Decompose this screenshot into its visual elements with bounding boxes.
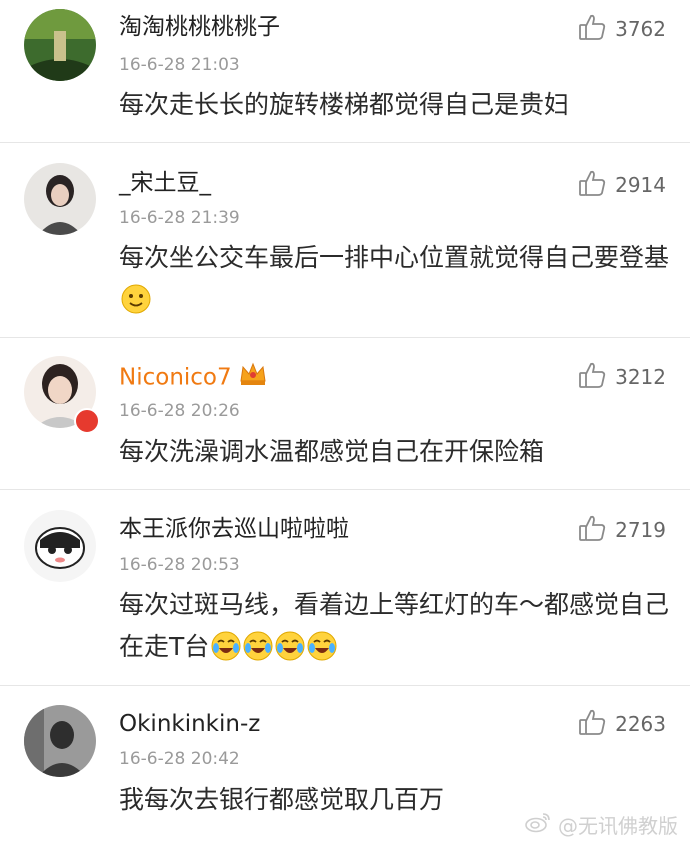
like-count: 2719	[615, 518, 666, 542]
comment-text: 每次坐公交车最后一排中心位置就觉得自己要登基	[119, 237, 671, 327]
avatar[interactable]	[24, 163, 96, 235]
comment-item: 淘淘桃桃桃桃子 3762 16-6-28 21:03 每次走长长的旋转楼梯都觉得…	[0, 0, 690, 143]
username-row[interactable]: Niconico7	[119, 361, 268, 395]
comment-text-content: 每次坐公交车最后一排中心位置就觉得自己要登基	[119, 243, 670, 272]
timestamp: 16-6-28 21:03	[119, 55, 240, 75]
username[interactable]: _宋土豆_	[119, 168, 211, 198]
like-count: 2914	[615, 173, 666, 197]
username[interactable]: Okinkinkin-z	[119, 709, 260, 739]
watermark-text: @无讯佛教版	[558, 814, 678, 838]
like-button[interactable]: 2263	[577, 709, 666, 739]
like-count: 3762	[615, 17, 666, 41]
like-count: 2263	[615, 712, 666, 736]
username[interactable]: Niconico7	[119, 365, 232, 391]
weibo-logo-icon	[524, 811, 552, 838]
username[interactable]: 本王派你去巡山啦啦啦	[119, 514, 349, 544]
comment-item: _宋土豆_ 2914 16-6-28 21:39 每次坐公交车最后一排中心位置就…	[0, 143, 690, 338]
comment-text: 每次走长长的旋转楼梯都觉得自己是贵妇	[119, 90, 570, 119]
laugh-cry-emoji	[211, 631, 241, 674]
like-button[interactable]: 3212	[577, 362, 666, 392]
laugh-cry-emoji	[275, 631, 305, 674]
avatar[interactable]	[24, 705, 96, 777]
timestamp: 16-6-28 20:42	[119, 749, 240, 769]
like-button[interactable]: 2914	[577, 170, 666, 200]
laugh-cry-emoji	[243, 631, 273, 674]
verified-badge-icon	[74, 408, 100, 434]
smile-emoji	[121, 284, 151, 327]
watermark: @无讯佛教版	[524, 810, 678, 839]
avatar[interactable]	[24, 510, 96, 582]
like-count: 3212	[615, 365, 666, 389]
timestamp: 16-6-28 21:39	[119, 208, 240, 228]
laugh-cry-emoji	[307, 631, 337, 674]
timestamp: 16-6-28 20:26	[119, 401, 240, 421]
like-button[interactable]: 2719	[577, 515, 666, 545]
avatar[interactable]	[24, 9, 96, 81]
comment-text: 每次洗澡调水温都感觉自己在开保险箱	[119, 437, 545, 466]
comment-text: 每次过斑马线，看着边上等红灯的车～都感觉自己在走T台	[119, 584, 671, 674]
thumbs-up-icon	[577, 168, 607, 202]
comment-item: 本王派你去巡山啦啦啦 2719 16-6-28 20:53 每次过斑马线，看着边…	[0, 490, 690, 686]
comment-text-content: 每次过斑马线，看着边上等红灯的车～都感觉自己在走T台	[119, 590, 670, 661]
thumbs-up-icon	[577, 12, 607, 46]
username[interactable]: 淘淘桃桃桃桃子	[119, 12, 280, 42]
like-button[interactable]: 3762	[577, 14, 666, 44]
thumbs-up-icon	[577, 707, 607, 741]
timestamp: 16-6-28 20:53	[119, 555, 240, 575]
thumbs-up-icon	[577, 360, 607, 394]
comment-item: Niconico7 3212 16-6-28 20:26 每次洗澡调水温都感觉自…	[0, 338, 690, 490]
crown-icon	[238, 361, 268, 395]
thumbs-up-icon	[577, 513, 607, 547]
